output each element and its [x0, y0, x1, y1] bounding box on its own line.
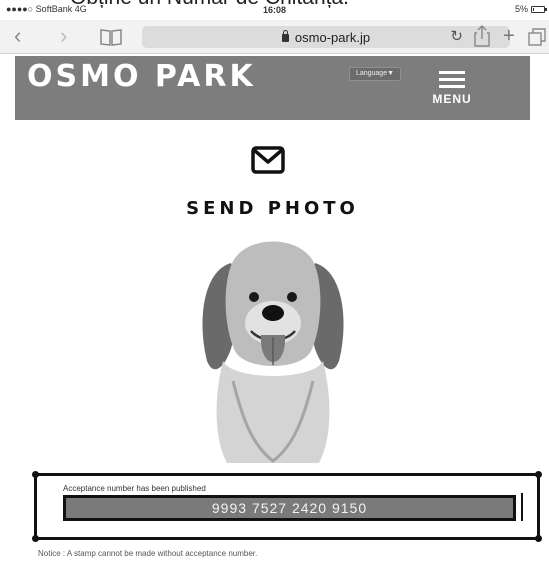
site-logo[interactable]: OSMO PARK	[27, 59, 256, 94]
acceptance-highlight-box: Acceptance number has been published 999…	[32, 471, 542, 542]
corner-dot	[32, 471, 39, 478]
new-tab-icon[interactable]: +	[503, 24, 515, 48]
corner-dot	[535, 535, 542, 542]
forward-icon[interactable]: ›	[60, 24, 67, 48]
battery-percent: 5%	[514, 4, 528, 14]
hamburger-icon	[439, 71, 465, 88]
tabs-icon[interactable]	[528, 28, 546, 51]
browser-toolbar: ‹ › osmo-park.jp ↻ +	[0, 20, 549, 54]
page-title: SEND PHOTO	[186, 198, 359, 219]
battery-status: 5%	[514, 4, 547, 14]
url-text: osmo-park.jp	[294, 29, 371, 45]
menu-label: MENU	[432, 92, 472, 106]
back-icon[interactable]: ‹	[14, 24, 21, 48]
acceptance-number-field[interactable]: 9993 7527 2420 9150	[63, 495, 516, 521]
status-bar: ●●●●○ SoftBank 4G 16:08 5%	[0, 4, 549, 16]
clock: 16:08	[262, 5, 287, 15]
bookmarks-icon[interactable]	[100, 28, 122, 51]
envelope-icon	[251, 146, 285, 179]
battery-icon	[531, 5, 547, 13]
reload-icon[interactable]: ↻	[450, 27, 463, 45]
dog-photo	[193, 231, 353, 468]
site-header: OSMO PARK Language▼ MENU	[15, 56, 530, 120]
corner-dot	[32, 535, 39, 542]
language-button[interactable]: Language▼	[349, 67, 401, 81]
corner-dot	[535, 471, 542, 478]
notice-text: Notice : A stamp cannot be made without …	[38, 549, 258, 558]
share-icon[interactable]	[474, 25, 490, 52]
text-cursor	[521, 493, 523, 521]
lock-icon	[281, 30, 289, 42]
menu-button[interactable]: MENU	[430, 66, 474, 112]
acceptance-label: Acceptance number has been published	[63, 484, 206, 493]
